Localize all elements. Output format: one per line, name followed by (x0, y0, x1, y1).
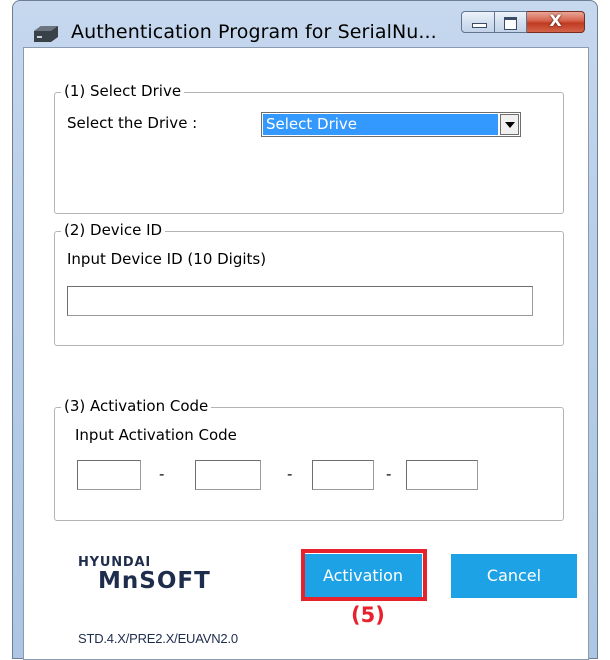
activation-code-group: (3) Activation Code Input Activation Cod… (54, 397, 564, 521)
window-title: Authentication Program for SerialNu... (71, 21, 437, 43)
maximize-button[interactable] (495, 11, 527, 33)
activation-code-field-3[interactable] (312, 460, 374, 490)
activation-code-separator: - (287, 465, 293, 483)
device-id-input[interactable] (67, 286, 533, 316)
maximize-icon (504, 17, 517, 30)
close-button[interactable]: X (527, 11, 585, 33)
step-label: (5) (351, 603, 385, 627)
activation-code-field-4[interactable] (406, 460, 478, 490)
hyundai-mnsoft-logo: HYUNDAI MnSOFT (78, 555, 211, 594)
drive-icon (34, 26, 58, 42)
drive-select[interactable]: Select Drive (261, 112, 521, 137)
activation-code-separator: - (386, 465, 392, 483)
select-drive-group: (1) Select Drive Select the Drive : Sele… (54, 82, 564, 214)
activation-code-label: Input Activation Code (75, 426, 237, 444)
activation-code-field-1[interactable] (77, 460, 141, 490)
select-drive-label: Select the Drive : (67, 114, 198, 132)
device-id-group: (2) Device ID Input Device ID (10 Digits… (54, 221, 564, 346)
cancel-button[interactable]: Cancel (451, 554, 577, 598)
step-highlight-box (301, 549, 427, 601)
minimize-icon (472, 23, 487, 28)
close-icon: X (549, 11, 562, 30)
dialog-body: (1) Select Drive Select the Drive : Sele… (23, 47, 589, 660)
chevron-down-icon[interactable] (500, 114, 519, 135)
app-window: Authentication Program for SerialNu... X… (12, 0, 598, 660)
activation-code-field-2[interactable] (195, 460, 261, 490)
select-drive-legend: (1) Select Drive (61, 82, 185, 100)
activation-code-separator: - (159, 465, 165, 483)
logo-line-2: MnSOFT (98, 568, 211, 594)
version-label: STD.4.X/PRE2.X/EUAVN2.0 (78, 631, 238, 646)
minimize-button[interactable] (461, 11, 495, 33)
device-id-legend: (2) Device ID (61, 221, 166, 239)
device-id-label: Input Device ID (10 Digits) (67, 250, 267, 268)
activation-code-legend: (3) Activation Code (61, 397, 212, 415)
window-controls: X (461, 11, 585, 33)
drive-select-value: Select Drive (263, 114, 498, 135)
